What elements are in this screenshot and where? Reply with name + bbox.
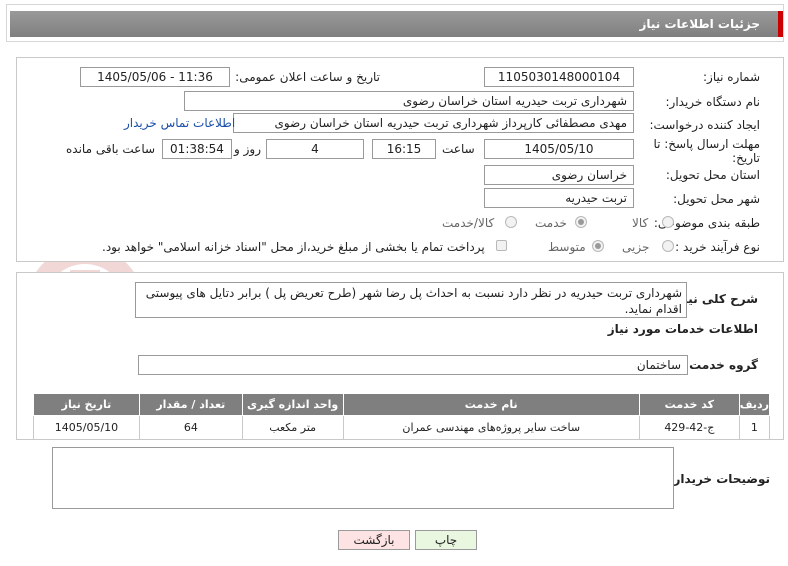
page-header: جزئیات اطلاعات نیاز — [6, 4, 784, 42]
days-remaining-field[interactable]: 4 — [266, 139, 364, 159]
buyer-notes-label: توضیحات خریدار: — [668, 472, 770, 486]
city-label: شهر محل تحویل: — [673, 192, 760, 206]
back-button[interactable]: بازگشت — [338, 530, 410, 550]
treasury-payment-note: پرداخت تمام یا بخشی از مبلغ خرید،از محل … — [102, 240, 485, 254]
page-title: جزئیات اطلاعات نیاز — [10, 11, 783, 37]
time-remaining-label: ساعت باقی مانده — [66, 142, 156, 156]
buyer-org-field[interactable]: شهرداری تربت حیدریه استان خراسان رضوی — [184, 91, 634, 111]
deadline-time-label: ساعت — [442, 142, 475, 156]
buyer-org-label: نام دستگاه خریدار: — [665, 95, 761, 109]
col-need-date: تاریخ نیاز — [33, 393, 140, 416]
deadline-date-field[interactable]: 1405/05/10 — [484, 139, 634, 159]
service-group-field[interactable]: ساختمان — [138, 355, 688, 375]
announce-label: تاریخ و ساعت اعلان عمومی: — [235, 70, 380, 84]
table-header-row: ردیف کد خدمت نام خدمت واحد اندازه گیری ت… — [33, 393, 771, 416]
services-section-title: اطلاعات خدمات مورد نیاز — [607, 322, 758, 336]
time-remaining-field[interactable]: 01:38:54 — [162, 139, 232, 159]
col-row-number: ردیف — [738, 393, 771, 416]
creator-field[interactable]: مهدی مصطفائی کارپرداز شهرداری تربت حیدری… — [233, 113, 634, 133]
province-field[interactable]: خراسان رضوی — [484, 165, 634, 185]
buyer-contact-link[interactable]: اطلاعات تماس خریدار — [124, 116, 235, 130]
cell-service-code: ج-42-429 — [638, 415, 740, 440]
need-number-field[interactable]: 1105030148000104 — [484, 67, 634, 87]
process-radio-medium[interactable] — [592, 240, 604, 252]
cell-quantity: 64 — [138, 415, 243, 440]
process-label: نوع فرآیند خرید : — [675, 240, 760, 254]
cell-service-name: ساخت سایر پروژه‌های مهندسی عمران — [342, 415, 640, 440]
category-option-service: خدمت — [535, 216, 567, 230]
need-number-label: شماره نیاز: — [703, 70, 760, 84]
category-radio-service[interactable] — [575, 216, 587, 228]
col-service-code: کد خدمت — [638, 393, 740, 416]
process-option-medium: متوسط — [548, 240, 586, 254]
cell-row-number: 1 — [738, 415, 771, 440]
treasury-payment-checkbox[interactable] — [496, 240, 507, 251]
category-radio-goods[interactable] — [662, 216, 674, 228]
services-table: ردیف کد خدمت نام خدمت واحد اندازه گیری ت… — [33, 393, 771, 440]
announce-datetime-field[interactable]: 1405/05/06 - 11:36 — [80, 67, 230, 87]
city-field[interactable]: تربت حیدریه — [484, 188, 634, 208]
service-group-label: گروه خدمت: — [684, 358, 758, 372]
col-unit: واحد اندازه گیری — [241, 393, 344, 416]
col-quantity: تعداد / مقدار — [138, 393, 243, 416]
deadline-time-field[interactable]: 16:15 — [372, 139, 436, 159]
process-radio-minor[interactable] — [662, 240, 674, 252]
col-service-name: نام خدمت — [342, 393, 640, 416]
print-button[interactable]: چاپ — [415, 530, 477, 550]
cell-need-date: 1405/05/10 — [33, 415, 140, 440]
deadline-label: مهلت ارسال پاسخ: تا تاریخ: — [653, 137, 760, 165]
province-label: استان محل تحویل: — [665, 168, 760, 182]
buyer-notes-textarea[interactable] — [52, 447, 674, 509]
table-row[interactable]: 1 ج-42-429 ساخت سایر پروژه‌های مهندسی عم… — [33, 415, 771, 440]
summary-textarea[interactable]: شهرداری تربت حیدریه در نظر دارد نسبت به … — [135, 282, 687, 318]
cell-unit: متر مکعب — [241, 415, 344, 440]
creator-label: ایجاد کننده درخواست: — [649, 118, 760, 132]
process-option-minor: جزیی — [622, 240, 650, 254]
category-option-goods: کالا — [632, 216, 649, 230]
days-label: روز و — [234, 142, 261, 156]
category-radio-goods-service[interactable] — [505, 216, 517, 228]
category-option-goods-service: کالا/خدمت — [442, 216, 495, 230]
